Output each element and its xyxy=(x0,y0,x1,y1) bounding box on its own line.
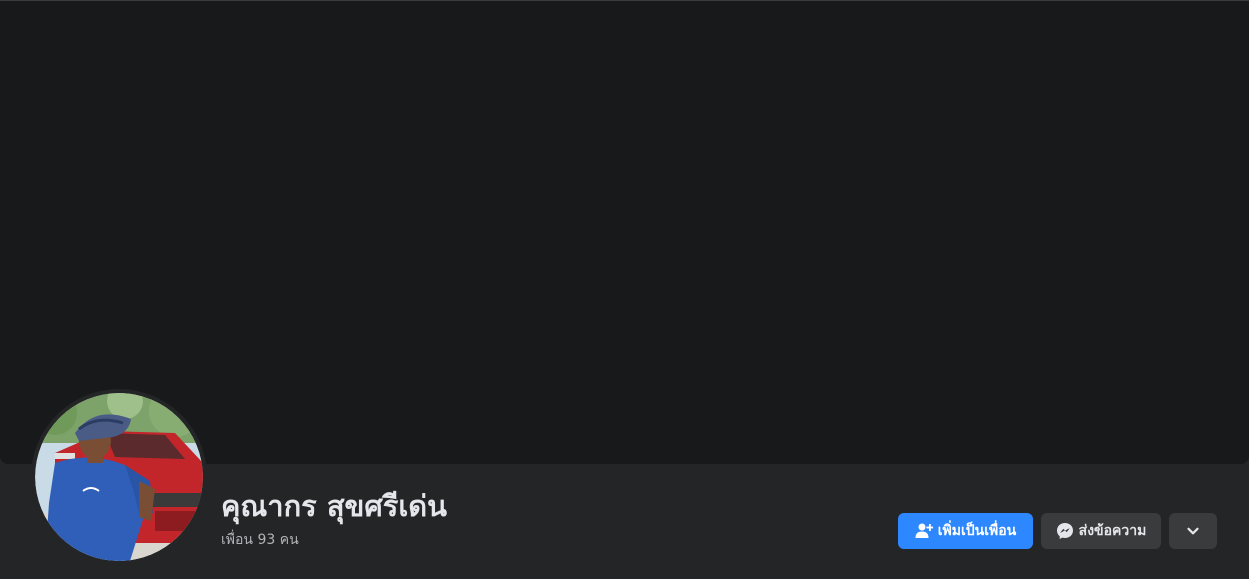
add-friend-icon xyxy=(915,522,933,540)
more-options-button[interactable] xyxy=(1169,513,1217,549)
send-message-label: ส่งข้อความ xyxy=(1078,523,1147,539)
send-message-button[interactable]: ส่งข้อความ xyxy=(1041,513,1161,549)
profile-picture[interactable] xyxy=(35,393,203,561)
profile-page: คุณากร สุขศรีเด่น เพื่อน 93 คน เพิ่มเป็น… xyxy=(0,0,1249,579)
add-friend-label: เพิ่มเป็นเพื่อน xyxy=(937,523,1017,539)
messenger-icon xyxy=(1056,522,1074,540)
friends-count-link[interactable]: เพื่อน 93 คน xyxy=(221,530,299,550)
cover-photo[interactable] xyxy=(0,0,1249,464)
profile-name: คุณากร สุขศรีเด่น xyxy=(221,489,447,523)
add-friend-button[interactable]: เพิ่มเป็นเพื่อน xyxy=(898,513,1033,549)
profile-picture-frame[interactable] xyxy=(31,389,207,565)
chevron-down-icon xyxy=(1184,522,1202,540)
